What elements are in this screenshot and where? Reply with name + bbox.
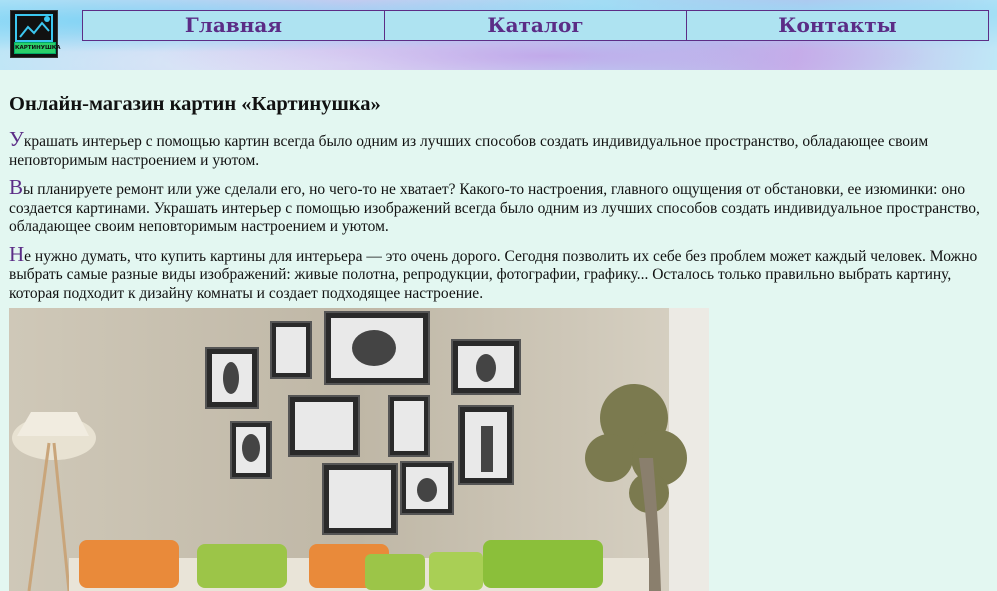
logo-label: КАРТИНУШКА	[14, 42, 61, 54]
main-content: Онлайн-магазин картин «Картинушка» Украш…	[9, 90, 989, 311]
drop-cap: У	[9, 127, 24, 151]
nav-item-catalog[interactable]: Каталог	[385, 10, 687, 41]
nav-item-contacts[interactable]: Контакты	[687, 10, 989, 41]
paragraph-text: крашать интерьер с помощью картин всегда…	[9, 133, 929, 169]
interior-illustration	[9, 308, 709, 591]
picture-icon	[15, 14, 53, 42]
paragraph-text: ы планируете ремонт или уже сделали его,…	[9, 181, 980, 235]
paragraph-text: е нужно думать, что купить картины для и…	[9, 247, 978, 302]
drop-cap: В	[9, 175, 24, 199]
intro-paragraph-2: Вы планируете ремонт или уже сделали его…	[9, 175, 989, 237]
intro-paragraph-3: Не нужно думать, что купить картины для …	[9, 241, 989, 304]
site-logo[interactable]: КАРТИНУШКА	[10, 10, 61, 58]
nav-item-home[interactable]: Главная	[82, 10, 385, 41]
page-title: Онлайн-магазин картин «Картинушка»	[9, 93, 381, 115]
header-banner: КАРТИНУШКА Главная Каталог Контакты	[0, 0, 997, 70]
main-nav: Главная Каталог Контакты	[82, 10, 989, 41]
drop-cap: Н	[9, 241, 25, 266]
interior-photo	[9, 308, 709, 591]
intro-paragraph-1: Украшать интерьер с помощью картин всегд…	[9, 127, 989, 170]
